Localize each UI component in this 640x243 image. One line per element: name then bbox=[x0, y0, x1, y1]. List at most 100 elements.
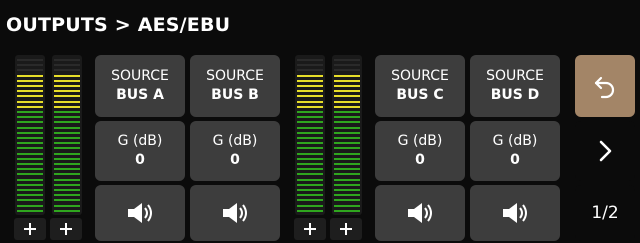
meter-segment bbox=[17, 121, 43, 124]
meter-segment bbox=[297, 69, 323, 72]
gain-button-bus-c[interactable]: G (dB) 0 bbox=[375, 121, 465, 181]
meter-segment bbox=[17, 69, 43, 72]
speaker-icon bbox=[503, 203, 527, 223]
meter-segment bbox=[17, 199, 43, 202]
meter-segment bbox=[17, 137, 43, 139]
meter-segment bbox=[54, 100, 80, 103]
level-meter-left bbox=[15, 55, 45, 215]
meter-segment bbox=[54, 64, 80, 67]
gain-button-bus-d[interactable]: G (dB) 0 bbox=[470, 121, 560, 181]
meter-segment bbox=[297, 178, 323, 181]
add-button-4[interactable] bbox=[330, 218, 362, 240]
meter-segment bbox=[17, 183, 43, 186]
gain-label: G (dB) bbox=[212, 133, 258, 149]
meter-segment bbox=[334, 105, 360, 108]
source-button-bus-c[interactable]: SOURCE BUS C bbox=[375, 55, 465, 117]
meter-segment bbox=[297, 95, 323, 98]
meter-segment bbox=[334, 142, 360, 145]
meter-segment bbox=[54, 111, 80, 113]
source-button-bus-a[interactable]: SOURCE BUS A bbox=[95, 55, 185, 117]
meter-segment bbox=[54, 95, 80, 98]
plus-icon bbox=[340, 223, 352, 235]
meter-segment bbox=[297, 74, 323, 77]
back-button[interactable] bbox=[575, 55, 635, 117]
meter-segment bbox=[334, 111, 360, 113]
meter-segment bbox=[17, 100, 43, 103]
meter-segment bbox=[54, 126, 80, 129]
gain-value: 0 bbox=[415, 152, 425, 168]
meter-segment bbox=[334, 100, 360, 103]
meter-segment bbox=[297, 90, 323, 93]
meter-segment bbox=[54, 189, 80, 191]
meter-segment bbox=[297, 126, 323, 129]
meter-segment bbox=[334, 59, 360, 61]
meter-group-2 bbox=[292, 55, 372, 241]
speaker-icon bbox=[128, 203, 152, 223]
next-page-button[interactable] bbox=[575, 121, 635, 181]
level-meter-right bbox=[332, 55, 362, 215]
mute-button-bus-a[interactable] bbox=[95, 185, 185, 241]
meter-segment bbox=[297, 147, 323, 150]
meter-segment bbox=[17, 90, 43, 93]
gain-label: G (dB) bbox=[492, 133, 538, 149]
add-button-1[interactable] bbox=[14, 218, 46, 240]
mute-button-bus-d[interactable] bbox=[470, 185, 560, 241]
meter-segment bbox=[297, 209, 323, 212]
meter-segment bbox=[334, 163, 360, 165]
meter-segment bbox=[17, 147, 43, 150]
meter-segment bbox=[54, 194, 80, 197]
plus-icon bbox=[60, 223, 72, 235]
meter-segment bbox=[297, 105, 323, 108]
meter-segment bbox=[54, 85, 80, 87]
meter-segment bbox=[17, 126, 43, 129]
meter-segment bbox=[334, 85, 360, 87]
meter-segment bbox=[17, 173, 43, 176]
meter-segment bbox=[334, 95, 360, 98]
mute-button-bus-b[interactable] bbox=[190, 185, 280, 241]
page-indicator[interactable]: 1/2 bbox=[575, 185, 635, 241]
gain-label: G (dB) bbox=[117, 133, 163, 149]
meter-segment bbox=[297, 111, 323, 113]
gain-value: 0 bbox=[135, 152, 145, 168]
meter-segment bbox=[334, 204, 360, 207]
source-button-bus-b[interactable]: SOURCE BUS B bbox=[190, 55, 280, 117]
add-button-3[interactable] bbox=[294, 218, 326, 240]
meter-segment bbox=[334, 147, 360, 150]
meter-segment bbox=[297, 100, 323, 103]
page-number: 1/2 bbox=[591, 203, 619, 223]
add-button-2[interactable] bbox=[50, 218, 82, 240]
page-title: OUTPUTS > AES/EBU bbox=[6, 14, 231, 36]
meter-segment bbox=[17, 204, 43, 207]
meter-segment bbox=[297, 189, 323, 191]
source-label: SOURCE bbox=[486, 68, 544, 84]
meter-segment bbox=[17, 178, 43, 181]
meter-segment bbox=[17, 152, 43, 155]
chevron-right-icon bbox=[599, 140, 612, 162]
meter-segment bbox=[334, 157, 360, 160]
source-label: SOURCE bbox=[111, 68, 169, 84]
aes-ebu-output-screen: OUTPUTS > AES/EBU SOURCE BUS A G (dB) 0 … bbox=[0, 0, 640, 243]
meter-segment bbox=[17, 142, 43, 145]
plus-icon bbox=[24, 223, 36, 235]
gain-button-bus-a[interactable]: G (dB) 0 bbox=[95, 121, 185, 181]
meter-segment bbox=[297, 173, 323, 176]
speaker-icon bbox=[223, 203, 247, 223]
mute-button-bus-c[interactable] bbox=[375, 185, 465, 241]
source-button-bus-d[interactable]: SOURCE BUS D bbox=[470, 55, 560, 117]
meter-segment bbox=[17, 64, 43, 67]
meter-segment bbox=[54, 152, 80, 155]
meter-segment bbox=[297, 131, 323, 134]
meter-segment bbox=[17, 189, 43, 191]
meter-segment bbox=[297, 137, 323, 139]
meter-segment bbox=[54, 74, 80, 77]
level-meter-left bbox=[295, 55, 325, 215]
meter-segment bbox=[297, 79, 323, 82]
source-value: BUS C bbox=[396, 87, 444, 103]
meter-segment bbox=[54, 116, 80, 119]
meter-segment bbox=[334, 69, 360, 72]
gain-button-bus-b[interactable]: G (dB) 0 bbox=[190, 121, 280, 181]
meter-segment bbox=[17, 59, 43, 61]
meter-segment bbox=[17, 95, 43, 98]
level-meter-right bbox=[52, 55, 82, 215]
meter-segment bbox=[17, 157, 43, 160]
